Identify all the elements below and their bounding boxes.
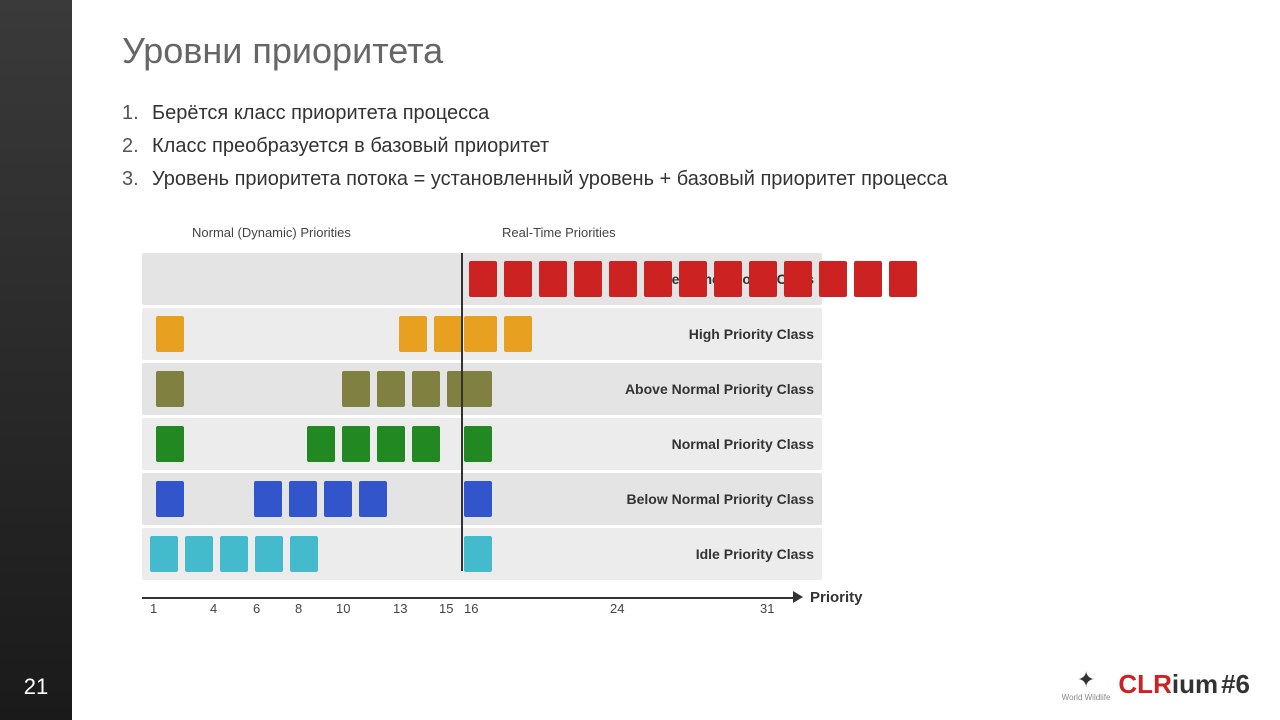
bullet-num-1: 1. (122, 102, 152, 125)
x-tick-10: 10 (336, 601, 350, 616)
brand-logo-wrap: ✦ World Wildlife (1062, 667, 1111, 702)
bullet-text-1: Берётся класс приоритета процесса (152, 102, 489, 125)
bn-block-left (156, 481, 184, 517)
rt-block (854, 261, 882, 297)
high-block-c (399, 316, 427, 352)
row-below-normal: Below Normal Priority Class (142, 473, 822, 525)
norm-block-c (307, 426, 335, 462)
x-tick-6: 6 (253, 601, 260, 616)
rt-block (679, 261, 707, 297)
label-realtime-priorities: Real-Time Priorities (502, 225, 616, 240)
x-axis-line (142, 597, 797, 599)
priority-axis-label: Priority (810, 589, 863, 606)
x-tick-13: 13 (393, 601, 407, 616)
branding: ✦ World Wildlife CLR ium #6 (1062, 667, 1250, 702)
x-axis-arrow (793, 591, 803, 603)
bullet-text-3: Уровень приоритета потока = установленны… (152, 168, 948, 191)
rt-block (644, 261, 672, 297)
rt-block (504, 261, 532, 297)
label-normal-priorities: Normal (Dynamic) Priorities (192, 225, 351, 240)
bullet-text-2: Класс преобразуется в базовый приоритет (152, 135, 549, 158)
row-idle: Idle Priority Class (142, 528, 822, 580)
rt-block (819, 261, 847, 297)
bn-block-right (464, 481, 492, 517)
priority-chart: Normal (Dynamic) Priorities Real-Time Pr… (142, 225, 822, 615)
brand-icon: ✦ (1077, 667, 1095, 693)
row-label-above-normal: Above Normal Priority Class (625, 381, 814, 397)
chart-rows: Realtime Priority Class (142, 253, 822, 583)
row-label-below-normal: Below Normal Priority Class (626, 491, 814, 507)
idle-block (150, 536, 178, 572)
idle-block (255, 536, 283, 572)
norm-block-left (156, 426, 184, 462)
bn-block-c (254, 481, 282, 517)
rt-block (539, 261, 567, 297)
bullet-num-3: 3. (122, 168, 152, 191)
row-label-idle: Idle Priority Class (696, 546, 814, 562)
bn-block-c (289, 481, 317, 517)
brand-sub: World Wildlife (1062, 693, 1111, 702)
brand-prefix: CLR (1118, 669, 1171, 700)
idle-block (185, 536, 213, 572)
abn-block-c (377, 371, 405, 407)
rt-block (784, 261, 812, 297)
norm-block-right (464, 426, 492, 462)
x-tick-1: 1 (150, 601, 157, 616)
idle-block (220, 536, 248, 572)
bn-block-c (359, 481, 387, 517)
x-tick-16: 16 (464, 601, 478, 616)
idle-block-right (464, 536, 492, 572)
x-tick-15: 15 (439, 601, 453, 616)
brand-number: #6 (1221, 669, 1250, 700)
rt-block (609, 261, 637, 297)
abn-block-right (464, 371, 492, 407)
high-block-c (434, 316, 462, 352)
brand-suffix: ium (1172, 669, 1218, 700)
norm-block-c (342, 426, 370, 462)
abn-block-c (342, 371, 370, 407)
high-block-left (156, 316, 184, 352)
abn-block-left (156, 371, 184, 407)
page-title: Уровни приоритета (122, 30, 1230, 72)
bullet-item-3: 3. Уровень приоритета потока = установле… (122, 168, 1230, 191)
main-content: Уровни приоритета 1. Берётся класс приор… (72, 0, 1280, 720)
rt-block (889, 261, 917, 297)
high-block-c (504, 316, 532, 352)
priority-divider-line (461, 253, 463, 571)
row-above-normal: Above Normal Priority Class (142, 363, 822, 415)
rt-block (469, 261, 497, 297)
x-tick-4: 4 (210, 601, 217, 616)
rt-block (574, 261, 602, 297)
idle-block (290, 536, 318, 572)
sidebar: 21 (0, 0, 72, 720)
row-label-high: High Priority Class (689, 326, 814, 342)
bullet-num-2: 2. (122, 135, 152, 158)
row-high: High Priority Class (142, 308, 822, 360)
x-axis: 1 4 6 8 10 13 15 16 24 31 Priority (142, 585, 822, 615)
bn-block-c (324, 481, 352, 517)
slide-number: 21 (24, 674, 48, 700)
bullet-list: 1. Берётся класс приоритета процесса 2. … (122, 102, 1230, 201)
abn-block-c (412, 371, 440, 407)
brand-name: CLR ium #6 (1118, 669, 1250, 700)
high-block-right (464, 316, 492, 352)
norm-block-c (377, 426, 405, 462)
norm-block-c (412, 426, 440, 462)
x-tick-31: 31 (760, 601, 774, 616)
x-tick-8: 8 (295, 601, 302, 616)
x-tick-24: 24 (610, 601, 624, 616)
row-label-normal: Normal Priority Class (672, 436, 814, 452)
row-normal: Normal Priority Class (142, 418, 822, 470)
row-realtime: Realtime Priority Class (142, 253, 822, 305)
rt-block (749, 261, 777, 297)
rt-block (714, 261, 742, 297)
bullet-item-2: 2. Класс преобразуется в базовый приорит… (122, 135, 1230, 158)
bullet-item-1: 1. Берётся класс приоритета процесса (122, 102, 1230, 125)
